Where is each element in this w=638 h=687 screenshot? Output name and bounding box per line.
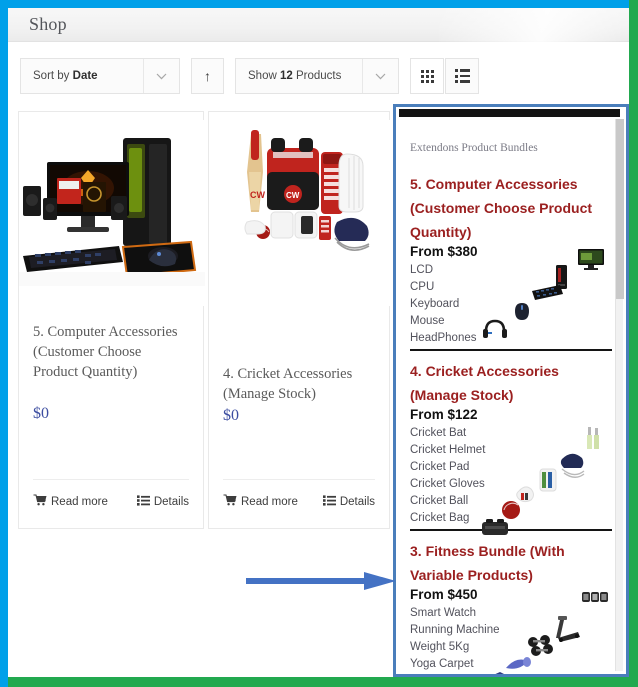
bundle-product: Keyboard — [410, 298, 460, 310]
read-more-button[interactable]: Read more — [33, 494, 108, 509]
bundle-product-list: Cricket Bat Cricket Helmet Cricket Pad C… — [410, 425, 612, 527]
show-products-label: Show 12 Products — [248, 70, 342, 82]
annotation-edge-bottom — [8, 677, 638, 687]
bundle-product: Cricket Pad — [410, 461, 470, 473]
bundle-product: Weight 5Kg — [410, 641, 470, 653]
bundle-title[interactable]: 3. Fitness Bundle (With Variable Product… — [410, 539, 612, 587]
list-icon — [322, 494, 336, 509]
bundle-divider — [410, 529, 612, 531]
bundle-from-price: From $450 — [410, 587, 478, 602]
bundle-product: LCD — [410, 264, 434, 276]
bundle-product: Cricket Helmet — [410, 444, 486, 456]
annotation-arrow — [246, 570, 398, 592]
chevron-down-icon[interactable] — [362, 59, 398, 93]
product-card-actions: Read more Details — [33, 494, 189, 509]
list-icon — [454, 69, 470, 83]
bundle-product: HeadPhones — [410, 332, 477, 344]
read-more-button[interactable]: Read more — [223, 494, 298, 509]
product-price: $0 — [33, 405, 49, 422]
arrow-up-icon: ↑ — [204, 68, 211, 84]
bundle-product: Weight Machine — [410, 673, 612, 674]
bundle-product: Smart Watch — [410, 607, 477, 619]
bundle-product: Cricket Bat — [410, 427, 467, 439]
bundle-product: Cricket Bag — [410, 512, 470, 524]
sort-by-label: Sort by Date — [33, 70, 98, 82]
cart-icon — [223, 494, 237, 509]
card-divider — [33, 479, 189, 480]
bundle-product: Cricket Ball — [410, 495, 469, 507]
product-price: $0 — [223, 407, 239, 424]
product-title[interactable]: 4. Cricket Accessories (Manage Stock) — [223, 364, 375, 404]
sort-by-select[interactable]: Sort by Date — [20, 58, 180, 94]
details-label: Details — [339, 495, 375, 508]
product-card[interactable]: CW CW 4. Cricket Accessories (Manage Sto… — [208, 111, 391, 529]
bundle-product: CPU — [410, 281, 435, 293]
details-button[interactable]: Details — [136, 494, 189, 509]
annotation-edge-left — [0, 0, 8, 687]
annotated-screenshot-frame: Shop Sort by Date ↑ Show 12 Products 5. … — [0, 0, 638, 687]
grid-icon — [420, 69, 434, 83]
bundle-product: Yoga Carpet — [410, 658, 474, 670]
bundles-list: Extendons Product Bundles 5. Computer Ac… — [396, 119, 626, 674]
card-divider — [223, 479, 375, 480]
product-image-cricket-accessories[interactable]: CW CW — [209, 120, 391, 306]
svg-text:CW: CW — [250, 190, 265, 200]
bundle-product-list: Smart Watch Running Machine Weight 5Kg Y… — [410, 605, 612, 674]
list-icon — [136, 494, 150, 509]
read-more-label: Read more — [241, 495, 298, 508]
product-card[interactable]: 5. Computer Accessories (Customer Choose… — [18, 111, 205, 529]
bundles-panel-label: Extendons Product Bundles — [410, 142, 538, 154]
product-image-computer-accessories[interactable] — [19, 120, 205, 306]
bundle-title[interactable]: 4. Cricket Accessories (Manage Stock) — [410, 359, 612, 407]
page-header: Shop — [8, 8, 629, 42]
page-title: Shop — [29, 14, 67, 34]
list-view-button[interactable] — [445, 58, 479, 94]
bundle-title[interactable]: 5. Computer Accessories (Customer Choose… — [410, 172, 612, 244]
show-products-select[interactable]: Show 12 Products — [235, 58, 399, 94]
details-label: Details — [153, 495, 189, 508]
bundle-from-price: From $380 — [410, 244, 478, 259]
read-more-label: Read more — [51, 495, 108, 508]
bundle-item[interactable]: 4. Cricket Accessories (Manage Stock) Fr… — [410, 359, 612, 535]
bundle-product: Cricket Gloves — [410, 478, 485, 490]
sort-direction-button[interactable]: ↑ — [191, 58, 224, 94]
bundle-product: Mouse — [410, 315, 445, 327]
details-button[interactable]: Details — [322, 494, 375, 509]
chevron-down-icon[interactable] — [143, 59, 179, 93]
shop-toolbar: Sort by Date ↑ Show 12 Products — [8, 43, 629, 105]
bundle-item[interactable]: 3. Fitness Bundle (With Variable Product… — [410, 539, 612, 674]
svg-text:CW: CW — [286, 191, 300, 200]
bundle-item[interactable]: 5. Computer Accessories (Customer Choose… — [410, 172, 612, 351]
bundle-from-price: From $122 — [410, 407, 478, 422]
annotation-edge-top — [0, 0, 638, 8]
product-card-actions: Read more Details — [223, 494, 375, 509]
bundle-product-list: LCD CPU Keyboard Mouse HeadPhones — [410, 262, 612, 347]
panel-top-bar — [399, 109, 620, 117]
cart-icon — [33, 494, 47, 509]
bundle-divider — [410, 349, 612, 351]
product-title[interactable]: 5. Computer Accessories (Customer Choose… — [33, 322, 189, 382]
annotation-edge-right — [629, 0, 638, 687]
bundle-product: Running Machine — [410, 624, 500, 636]
product-bundles-panel: Extendons Product Bundles 5. Computer Ac… — [393, 104, 629, 677]
shop-page: Shop Sort by Date ↑ Show 12 Products 5. … — [8, 8, 629, 677]
header-sheen — [439, 8, 629, 42]
grid-view-button[interactable] — [410, 58, 444, 94]
